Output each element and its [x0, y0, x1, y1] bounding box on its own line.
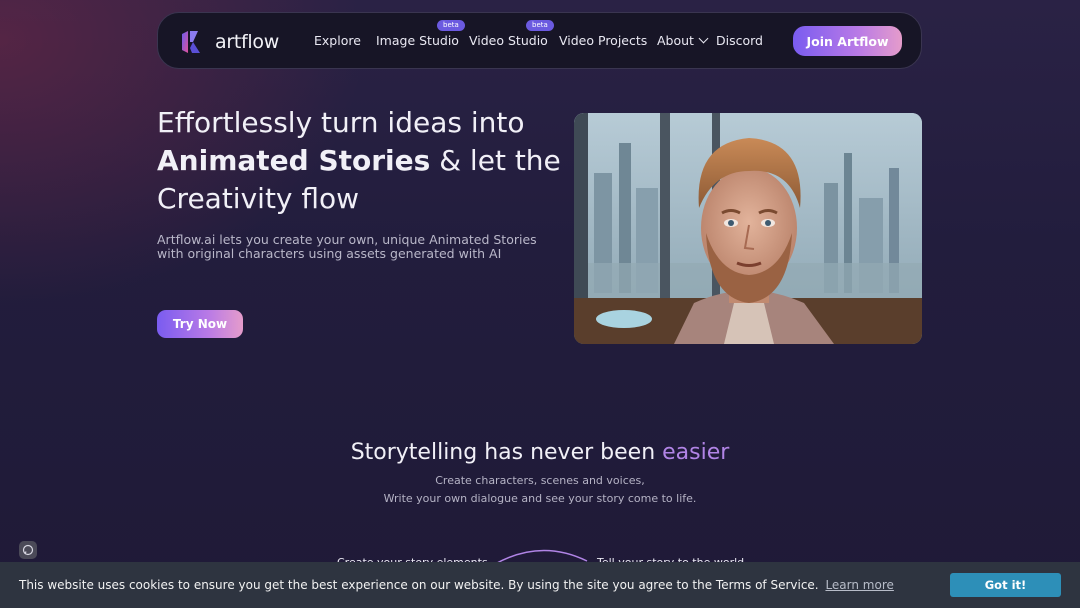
artflow-logo[interactable]: artflow: [178, 30, 279, 54]
nav-about[interactable]: About: [657, 33, 709, 48]
section-title: Storytelling has never been easier: [0, 440, 1080, 465]
artflow-logo-icon: [178, 30, 206, 54]
logo-text: artflow: [215, 31, 279, 53]
nav-discord[interactable]: Discord: [716, 33, 763, 48]
section-title-main: Storytelling has never been: [350, 440, 663, 465]
hero-character-image: [574, 113, 922, 344]
chat-bubble-icon: [22, 544, 34, 556]
top-navigation: artflow Explore beta Image Studio beta V…: [157, 12, 922, 69]
section-line2: Write your own dialogue and see your sto…: [383, 492, 697, 505]
section-title-accent: easier: [662, 440, 730, 465]
got-it-button[interactable]: Got it!: [950, 573, 1061, 597]
beta-badge: beta: [526, 20, 554, 31]
hero-title-line1: Effortlessly turn ideas into: [157, 106, 525, 139]
hero-title-line3: Creativity flow: [157, 182, 360, 215]
section-line1: Create characters, scenes and voices,: [435, 474, 645, 487]
nav-image-studio[interactable]: beta Image Studio: [376, 20, 465, 48]
try-now-button[interactable]: Try Now: [157, 310, 243, 338]
cookie-text: This website uses cookies to ensure you …: [19, 578, 819, 592]
nav-video-studio[interactable]: beta Video Studio: [469, 20, 554, 48]
nav-explore[interactable]: Explore: [314, 33, 361, 48]
hero-subtitle: Artflow.ai lets you create your own, uni…: [157, 232, 537, 261]
nav-image-studio-label: Image Studio: [376, 33, 459, 48]
nav-video-studio-label: Video Studio: [469, 33, 548, 48]
hero-title-bold: Animated Stories: [157, 144, 431, 177]
hero-title-line2: Animated Stories & let the: [157, 142, 577, 180]
hero-title-rest: & let the: [430, 144, 561, 177]
chat-widget-button[interactable]: [19, 541, 37, 559]
nav-about-label: About: [657, 33, 694, 48]
cookie-message: This website uses cookies to ensure you …: [19, 578, 894, 592]
chevron-down-icon: [698, 33, 709, 44]
join-artflow-button[interactable]: Join Artflow: [793, 26, 902, 56]
learn-more-link[interactable]: Learn more: [825, 578, 893, 592]
nav-video-projects[interactable]: Video Projects: [559, 33, 647, 48]
hero-title: Effortlessly turn ideas into Animated St…: [157, 104, 577, 218]
hero-image-illustration: [574, 113, 922, 344]
cookie-banner: This website uses cookies to ensure you …: [0, 562, 1080, 608]
beta-badge: beta: [437, 20, 465, 31]
